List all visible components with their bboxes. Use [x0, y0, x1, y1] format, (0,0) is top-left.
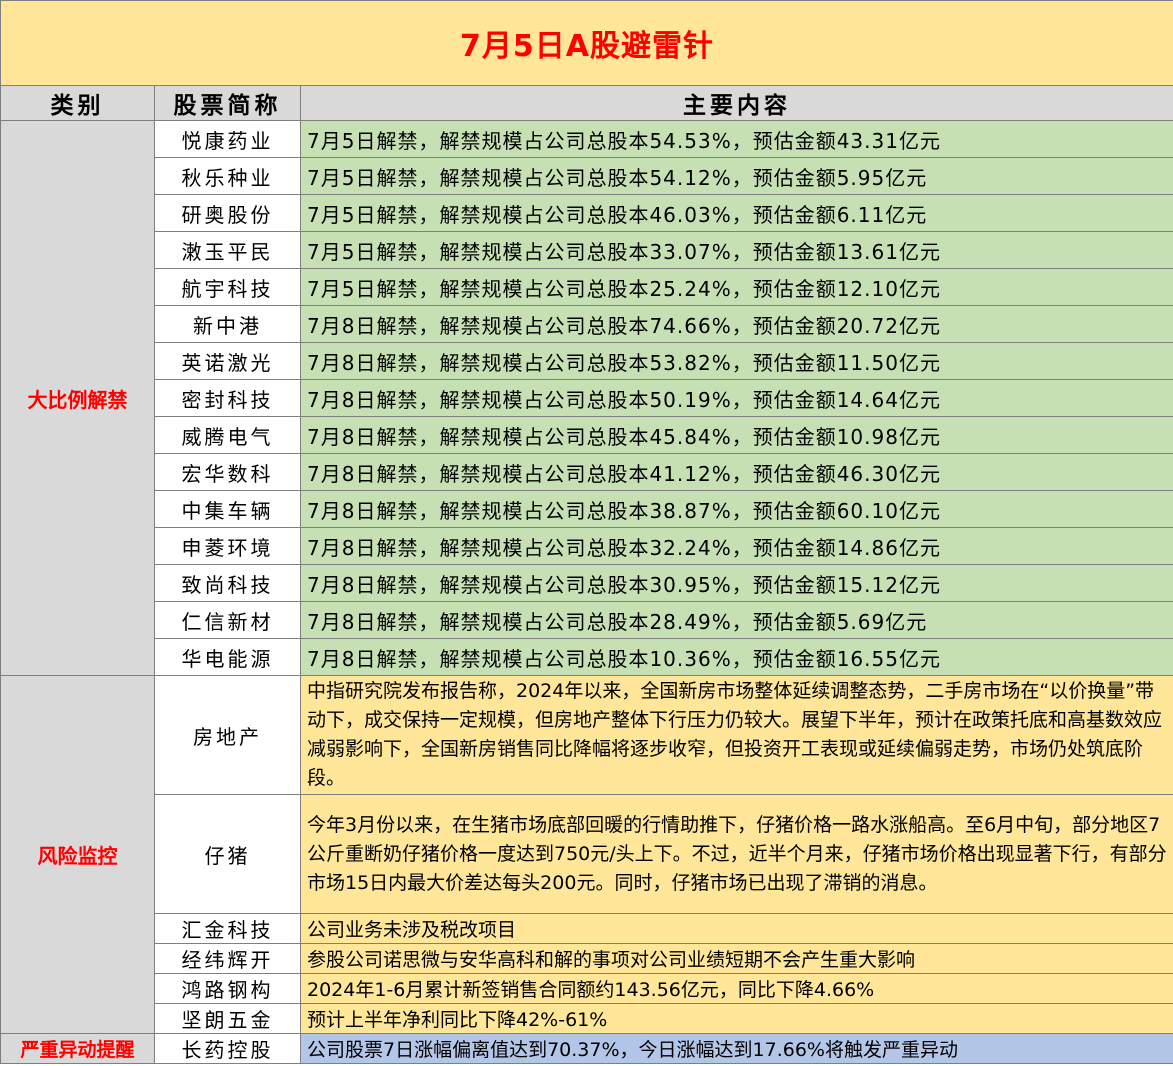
category-unlock: 大比例解禁 — [0, 120, 155, 676]
unlock-content: 7月5日解禁，解禁规模占公司总股本46.03%，预估金额6.11亿元 — [299, 194, 1173, 232]
risk-content: 2024年1-6月累计新签销售合同额约143.56亿元，同比下降4.66% — [299, 973, 1173, 1004]
stock-name: 长药控股 — [154, 1033, 301, 1064]
unlock-content: 7月5日解禁，解禁规模占公司总股本54.53%，预估金额43.31亿元 — [299, 120, 1173, 158]
unlock-content: 7月8日解禁，解禁规模占公司总股本30.95%，预估金额15.12亿元 — [299, 564, 1173, 602]
stock-name: 新中港 — [154, 305, 301, 343]
stock-name: 房地产 — [154, 675, 301, 795]
stock-name: 致尚科技 — [154, 564, 301, 602]
stock-name: 华电能源 — [154, 638, 301, 676]
unlock-content: 7月8日解禁，解禁规模占公司总股本50.19%，预估金额14.64亿元 — [299, 379, 1173, 417]
header-category: 类别 — [0, 85, 155, 121]
risk-content: 预计上半年净利同比下降42%-61% — [299, 1003, 1173, 1034]
stock-name: 中集车辆 — [154, 490, 301, 528]
abnormal-content: 公司股票7日涨幅偏离值达到70.37%，今日涨幅达到17.66%将触发严重异动 — [299, 1033, 1173, 1064]
unlock-content: 7月5日解禁，解禁规模占公司总股本33.07%，预估金额13.61亿元 — [299, 231, 1173, 269]
stock-name: 坚朗五金 — [154, 1003, 301, 1034]
risk-content: 今年3月份以来，在生猪市场底部回暖的行情助推下，仔猪价格一路水涨船高。至6月中旬… — [307, 813, 1167, 894]
unlock-content: 7月5日解禁，解禁规模占公司总股本54.12%，预估金额5.95亿元 — [299, 157, 1173, 195]
header-content: 主要内容 — [299, 85, 1173, 121]
stock-name: 研奥股份 — [154, 194, 301, 232]
category-abnormal: 严重异动提醒 — [0, 1033, 155, 1064]
stock-name: 宏华数科 — [154, 453, 301, 491]
unlock-content: 7月8日解禁，解禁规模占公司总股本45.84%，预估金额10.98亿元 — [299, 416, 1173, 454]
stock-name: 汇金科技 — [154, 913, 301, 944]
risk-content: 参股公司诺思微与安华高科和解的事项对公司业绩短期不会产生重大影响 — [299, 943, 1173, 974]
unlock-content: 7月8日解禁，解禁规模占公司总股本10.36%，预估金额16.55亿元 — [299, 638, 1173, 676]
risk-content: 公司业务未涉及税改项目 — [299, 913, 1173, 944]
unlock-content: 7月8日解禁，解禁规模占公司总股本41.12%，预估金额46.30亿元 — [299, 453, 1173, 491]
stock-name: 密封科技 — [154, 379, 301, 417]
category-risk: 风险监控 — [0, 675, 155, 1034]
unlock-content: 7月8日解禁，解禁规模占公司总股本74.66%，预估金额20.72亿元 — [299, 305, 1173, 343]
stock-name: 申菱环境 — [154, 527, 301, 565]
stock-name: 潄玉平民 — [154, 231, 301, 269]
stock-name: 经纬辉开 — [154, 943, 301, 974]
risk-content: 中指研究院发布报告称，2024年以来，全国新房市场整体延续调整态势，二手房市场在… — [307, 680, 1163, 789]
warning-table: 7月5日A股避雷针 类别 股票简称 主要内容 大比例解禁 悦康药业 7月5日解禁… — [0, 0, 1173, 1064]
unlock-content: 7月8日解禁，解禁规模占公司总股本38.87%，预估金额60.10亿元 — [299, 490, 1173, 528]
stock-name: 鸿路钢构 — [154, 973, 301, 1004]
stock-name: 威腾电气 — [154, 416, 301, 454]
page-title: 7月5日A股避雷针 — [0, 0, 1173, 86]
stock-name: 悦康药业 — [154, 120, 301, 158]
stock-name: 仁信新材 — [154, 601, 301, 639]
unlock-content: 7月8日解禁，解禁规模占公司总股本28.49%，预估金额5.69亿元 — [299, 601, 1173, 639]
header-stock: 股票简称 — [154, 85, 301, 121]
stock-name: 仔猪 — [154, 794, 301, 914]
stock-name: 秋乐种业 — [154, 157, 301, 195]
unlock-content: 7月8日解禁，解禁规模占公司总股本32.24%，预估金额14.86亿元 — [299, 527, 1173, 565]
unlock-content: 7月5日解禁，解禁规模占公司总股本25.24%，预估金额12.10亿元 — [299, 268, 1173, 306]
unlock-content: 7月8日解禁，解禁规模占公司总股本53.82%，预估金额11.50亿元 — [299, 342, 1173, 380]
stock-name: 英诺激光 — [154, 342, 301, 380]
stock-name: 航宇科技 — [154, 268, 301, 306]
